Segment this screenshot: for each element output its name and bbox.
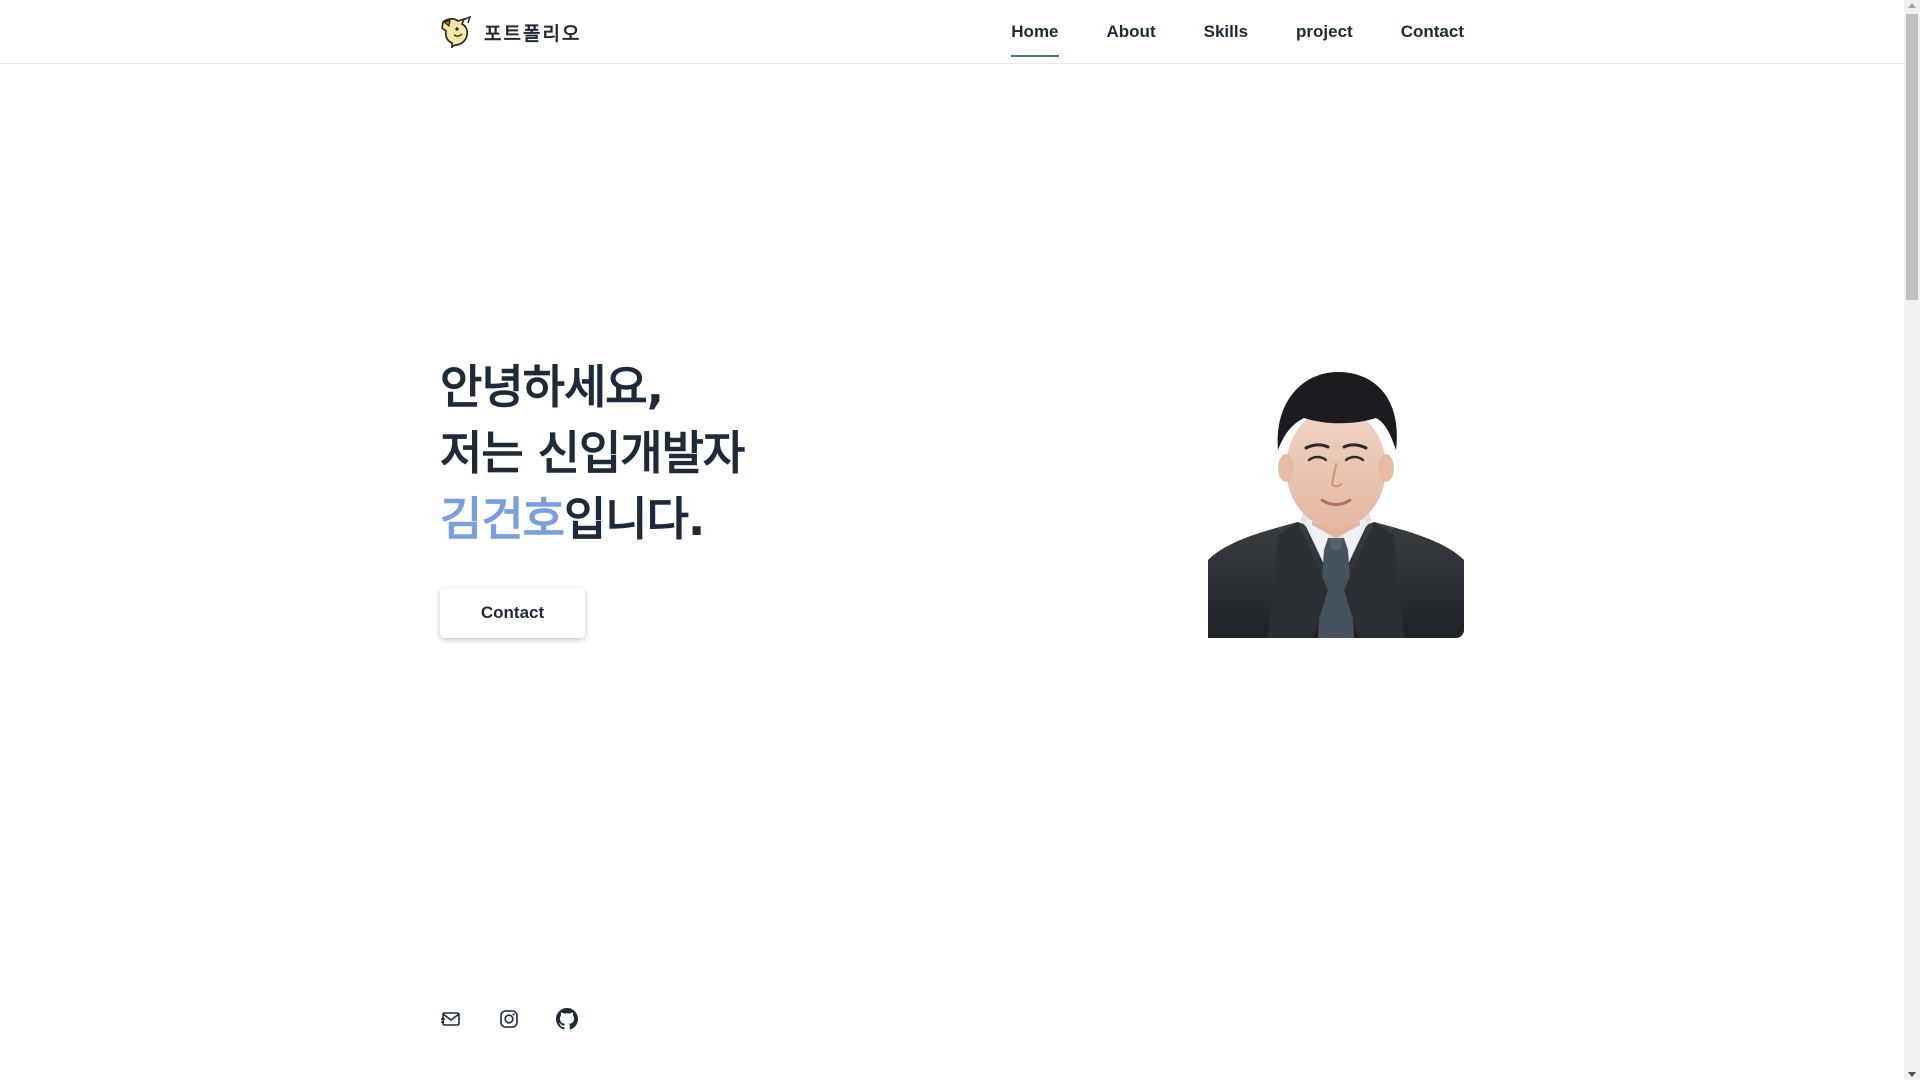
hero-name-suffix: 입니다. [563,492,705,546]
hero-line-greeting: 안녕하세요, [440,360,664,414]
main-nav: Home About Skills project Contact [1011,0,1464,64]
nav-skills[interactable]: Skills [1204,14,1248,50]
pokemon-logo-icon [440,15,474,49]
contact-button[interactable]: Contact [440,588,585,638]
brand[interactable]: 포트폴리오 [440,15,582,49]
nav-contact[interactable]: Contact [1401,14,1464,50]
scroll-thumb[interactable] [1906,14,1918,300]
hero-name: 김건호 [440,492,565,546]
nav-about[interactable]: About [1107,14,1156,50]
site-header: 포트폴리오 Home About Skills project Contact [0,0,1904,64]
nav-home[interactable]: Home [1011,14,1059,57]
hero-heading: 안녕하세요, 저는 신입개발자 김건호입니다. [440,354,940,552]
instagram-icon[interactable] [498,1008,520,1030]
profile-photo [1208,360,1464,638]
github-icon[interactable] [556,1008,578,1030]
mail-icon[interactable] [440,1008,462,1030]
page: 포트폴리오 Home About Skills project Contact … [0,0,1904,1080]
vertical-scrollbar[interactable] [1904,0,1920,1080]
hero-line-name: 김건호입니다. [440,486,940,552]
brand-name: 포트폴리오 [484,22,582,45]
scroll-up-icon[interactable] [1908,3,1916,8]
nav-project[interactable]: project [1296,14,1353,50]
social-links [440,1008,578,1030]
scroll-down-icon[interactable] [1908,1072,1916,1077]
hero-line-intro: 저는 신입개발자 [440,426,745,480]
